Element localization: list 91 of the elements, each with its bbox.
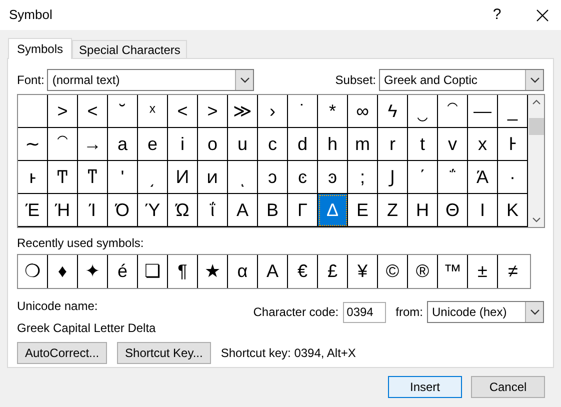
symbol-cell[interactable]: Ϳ: [378, 161, 408, 194]
symbol-cell[interactable]: ›: [258, 95, 288, 128]
scroll-down-icon[interactable]: [532, 217, 540, 223]
symbol-cell[interactable]: ≫: [228, 95, 258, 128]
symbol-cell[interactable]: ͳ: [78, 161, 108, 194]
symbol-cell[interactable]: ͻ: [258, 161, 288, 194]
chevron-down-icon: [530, 309, 540, 315]
symbol-cell[interactable]: ∞: [348, 95, 378, 128]
dropdown[interactable]: Greek and Coptic: [379, 69, 544, 91]
symbol-cell[interactable]: ΄: [408, 161, 438, 194]
cancel-button[interactable]: Cancel: [471, 376, 545, 398]
symbol-cell[interactable]: Δ: [318, 194, 348, 227]
symbol-cell[interactable]: ⁀: [48, 128, 78, 161]
symbol-cell[interactable]: Η: [408, 194, 438, 227]
symbol-cell[interactable]: r: [378, 128, 408, 161]
symbol-cell[interactable]: ͱ: [18, 161, 48, 194]
scroll-thumb[interactable]: [528, 118, 544, 134]
symbol-cell[interactable]: a: [108, 128, 138, 161]
scrollbar[interactable]: [528, 95, 544, 227]
symbol-cell[interactable]: Ή: [48, 194, 78, 227]
symbol-cell[interactable]: ͵: [138, 161, 168, 194]
symbol-cell[interactable]: d: [288, 128, 318, 161]
symbol-cell[interactable]: Ύ: [138, 194, 168, 227]
unicode-name-label: Unicode name:: [17, 298, 99, 315]
symbol-cell[interactable]: e: [138, 128, 168, 161]
subset-label: Subset:: [335, 72, 376, 89]
chevron-down-icon: [240, 77, 250, 83]
chevron-down-icon: [530, 77, 540, 83]
symbol-cell[interactable]: ˘: [108, 95, 138, 128]
symbol-cell[interactable]: Ι: [468, 194, 498, 227]
symbol-cell[interactable]: o: [198, 128, 228, 161]
symbol-cell[interactable]: ͼ: [288, 161, 318, 194]
scroll-up-icon[interactable]: [532, 99, 540, 105]
symbol-cell[interactable]: ⁀: [438, 95, 468, 128]
symbol-cell[interactable]: Ͷ: [168, 161, 198, 194]
character-code-label: Character code:: [253, 304, 339, 321]
symbol-cell[interactable]: ΐ: [198, 194, 228, 227]
symbol-cell[interactable]: ˂: [168, 95, 198, 128]
window-title: Symbol: [9, 6, 54, 24]
dropdown[interactable]: (normal text): [47, 69, 254, 91]
character-code-field[interactable]: 0394: [342, 302, 386, 322]
symbol-cell[interactable]: Ε: [348, 194, 378, 227]
symbol-cell[interactable]: v: [438, 128, 468, 161]
symbol-cell[interactable]: Ί: [78, 194, 108, 227]
shortcut-key-text: Shortcut key: 0394, Alt+X: [220, 345, 356, 362]
insert-button[interactable]: Insert: [388, 376, 462, 398]
symbol-cell[interactable]: *: [318, 95, 348, 128]
symbol-cell[interactable]: u: [228, 128, 258, 161]
recent-label: Recently used symbols:: [17, 235, 145, 252]
symbol-cell[interactable]: ∼: [18, 128, 48, 161]
symbol-cell[interactable]: Ό: [108, 194, 138, 227]
symbol-cell[interactable]: ϟ: [378, 95, 408, 128]
dialog-button[interactable]: Shortcut Key...: [117, 342, 211, 364]
symbol-cell[interactable]: ͺ: [228, 161, 258, 194]
symbol-cell[interactable]: ‿: [408, 95, 438, 128]
help-button[interactable]: ?: [482, 4, 512, 26]
symbol-cell[interactable]: Έ: [18, 194, 48, 227]
symbol-cell[interactable]: →: [78, 128, 108, 161]
dropdown[interactable]: Unicode (hex): [427, 301, 544, 323]
symbol-cell[interactable]: ˃: [48, 95, 78, 128]
symbol-cell[interactable]: Ά: [468, 161, 498, 194]
symbol-cell[interactable]: Ζ: [378, 194, 408, 227]
dialog-button[interactable]: AutoCorrect...: [17, 342, 108, 364]
font-label: Font:: [17, 72, 44, 89]
symbol-cell[interactable]: ;: [348, 161, 378, 194]
tab[interactable]: Special Characters: [72, 40, 188, 58]
symbol-cell[interactable]: Θ: [438, 194, 468, 227]
tab[interactable]: Symbols: [8, 38, 72, 59]
symbol-cell[interactable]: ˣ: [138, 95, 168, 128]
symbol-cell[interactable]: t: [408, 128, 438, 161]
symbol-cell[interactable]: [18, 95, 48, 128]
symbol-cell[interactable]: Ͳ: [48, 161, 78, 194]
symbol-cell[interactable]: ˃: [198, 95, 228, 128]
recent-symbol[interactable]: ≠: [498, 255, 528, 288]
symbol-cell[interactable]: ʹ: [108, 161, 138, 194]
symbol-cell[interactable]: ˙: [288, 95, 318, 128]
symbol-cell[interactable]: m: [348, 128, 378, 161]
symbol-cell[interactable]: Α: [228, 194, 258, 227]
symbol-cell[interactable]: h: [318, 128, 348, 161]
unicode-name: Greek Capital Letter Delta: [17, 320, 156, 337]
symbol-cell[interactable]: ͷ: [198, 161, 228, 194]
symbol-cell[interactable]: Β: [258, 194, 288, 227]
symbol-cell[interactable]: ˂: [78, 95, 108, 128]
close-icon[interactable]: [536, 8, 549, 22]
symbol-cell[interactable]: Ώ: [168, 194, 198, 227]
symbol-cell[interactable]: c: [258, 128, 288, 161]
symbol-cell[interactable]: x: [468, 128, 498, 161]
symbol-cell[interactable]: i: [168, 128, 198, 161]
symbol-cell[interactable]: —: [468, 95, 498, 128]
from-label: from:: [396, 304, 423, 321]
symbol-cell[interactable]: ΅: [438, 161, 468, 194]
